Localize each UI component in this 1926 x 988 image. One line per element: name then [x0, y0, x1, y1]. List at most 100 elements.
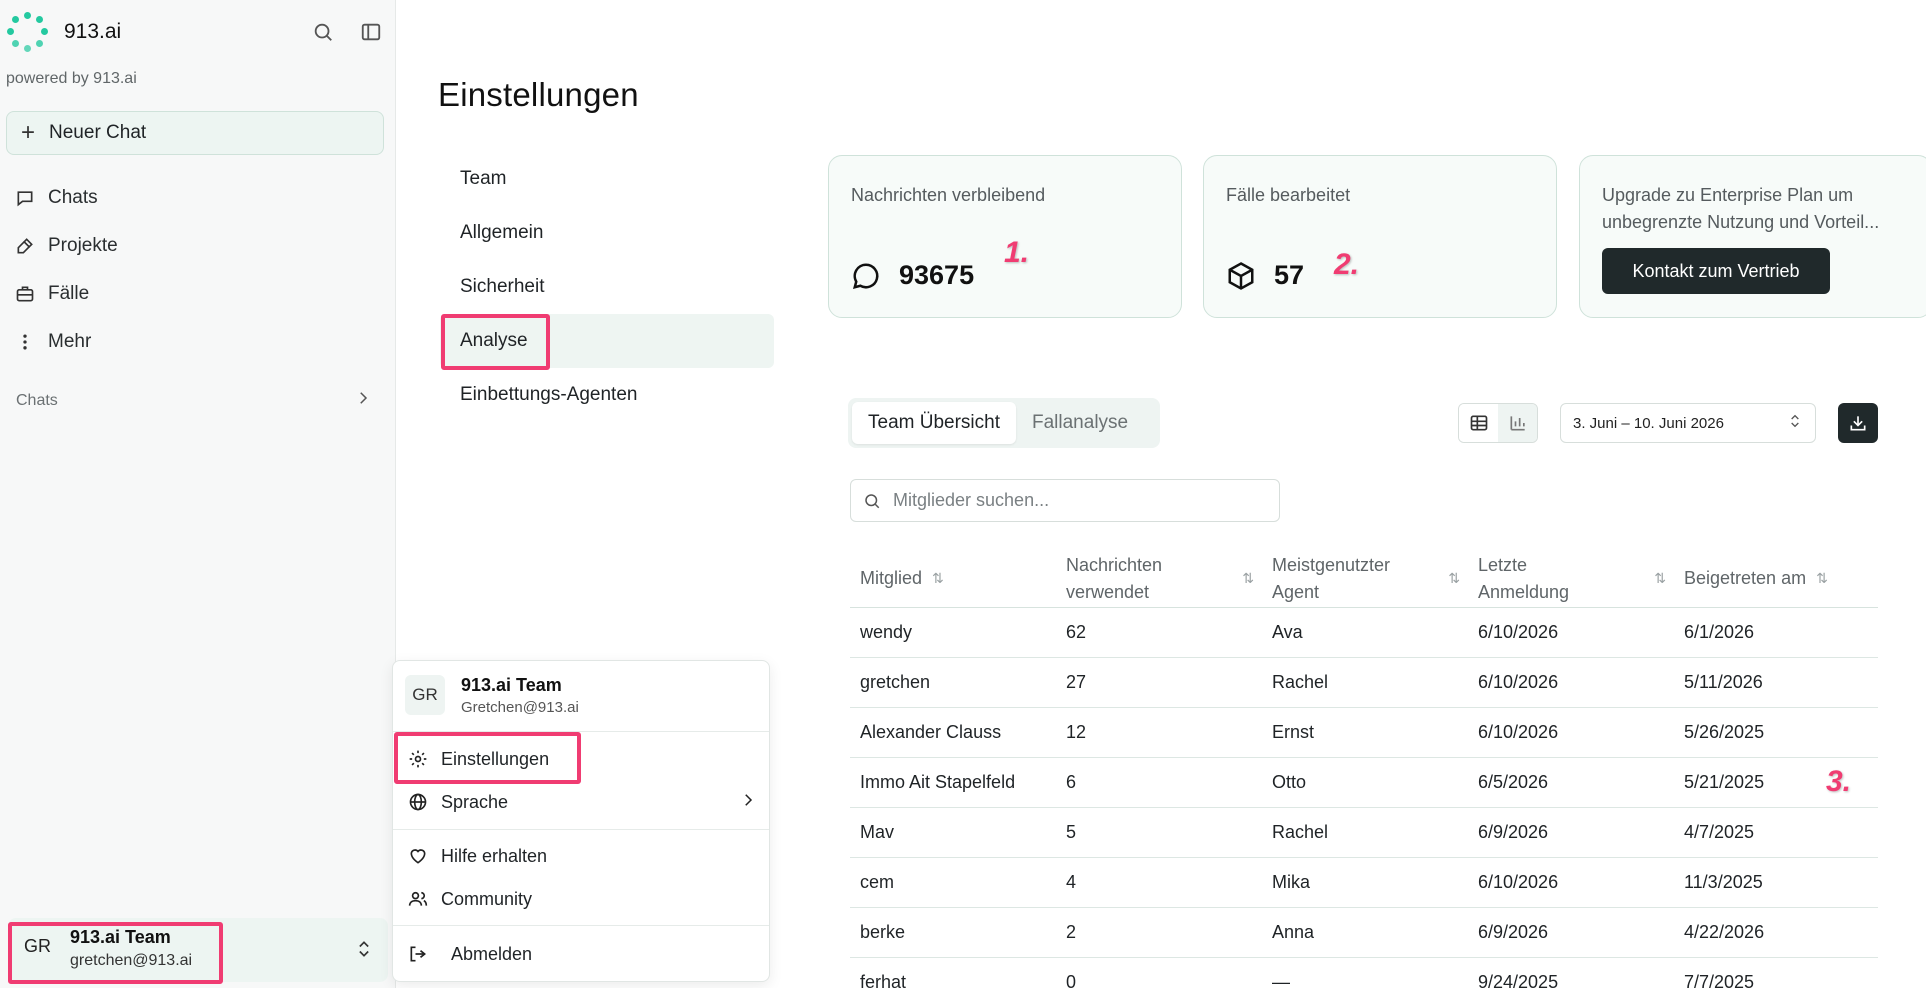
- table-cell: 5/26/2025: [1684, 722, 1765, 742]
- page-title: Einstellungen: [438, 76, 639, 113]
- chevron-updown-icon: [354, 938, 374, 965]
- sidebar-item-label: Projekte: [48, 235, 118, 256]
- table-cell: 9/24/2025: [1478, 972, 1559, 988]
- table-row[interactable]: berke 2 Anna 6/9/2026 4/22/2026: [850, 908, 1878, 958]
- settings-nav-sicherheit[interactable]: Sicherheit: [440, 260, 774, 314]
- brand-name: 913.ai: [64, 20, 122, 43]
- table-row[interactable]: Mav 5 Rachel 6/9/2026 4/7/2025: [850, 808, 1878, 858]
- menu-item-abmelden[interactable]: Abmelden: [407, 936, 757, 972]
- table-row[interactable]: gretchen 27 Rachel 6/10/2026 5/11/2026: [850, 658, 1878, 708]
- menu-user-name: 913.ai Team: [461, 675, 562, 695]
- card-title: Upgrade zu Enterprise Plan um unbegrenzt…: [1602, 185, 1880, 232]
- table-view-icon[interactable]: [1459, 404, 1498, 442]
- tab-team-uebersicht[interactable]: Team Übersicht: [852, 402, 1016, 444]
- column-header-anmeldung[interactable]: Letzte Anmeldung ⇅: [1468, 552, 1674, 606]
- date-range-select[interactable]: 3. Juni – 10. Juni 2026: [1560, 403, 1816, 443]
- table-cell: 6/1/2026: [1684, 622, 1755, 642]
- marker-1: 1.: [1004, 236, 1030, 269]
- table-cell: Mav: [860, 822, 895, 842]
- highlight-box-einstellungen: [394, 732, 581, 784]
- sort-icon: ⇅: [1816, 570, 1828, 586]
- settings-nav-allgemein[interactable]: Allgemein: [440, 206, 774, 260]
- download-button[interactable]: [1838, 403, 1878, 443]
- table-cell: Otto: [1272, 772, 1307, 792]
- table-row[interactable]: cem 4 Mika 6/10/2026 11/3/2025: [850, 858, 1878, 908]
- column-header-beigetreten[interactable]: Beigetreten am ⇅: [1674, 565, 1878, 592]
- table-cell: Rachel: [1272, 672, 1329, 692]
- chevron-right-icon: [739, 791, 757, 814]
- search-icon[interactable]: [312, 21, 334, 43]
- chat-bubble-icon: [14, 187, 36, 209]
- table-cell: 62: [1066, 622, 1087, 642]
- highlight-box-user: [8, 922, 223, 984]
- sort-icon: ⇅: [1654, 570, 1666, 586]
- marker-3: 3.: [1826, 765, 1852, 798]
- table-cell: 7/7/2025: [1684, 972, 1755, 988]
- table-cell: 6: [1066, 772, 1077, 792]
- table-cell: Anna: [1272, 922, 1315, 942]
- new-chat-button[interactable]: + Neuer Chat: [6, 111, 384, 155]
- section-label: Chats: [16, 391, 58, 409]
- table-cell: 4/22/2026: [1684, 922, 1765, 942]
- new-chat-label: Neuer Chat: [49, 122, 147, 143]
- highlight-box-analyse: [441, 314, 550, 370]
- search-input[interactable]: [893, 490, 1253, 511]
- menu-item-sprache[interactable]: Sprache: [407, 784, 757, 820]
- chats-section-header[interactable]: Chats: [16, 389, 372, 412]
- members-table: Mitglied ⇅ Nachrichten verwendet ⇅ Meistge…: [850, 550, 1878, 988]
- more-vertical-icon: [14, 331, 36, 353]
- sidebar-item-projekte[interactable]: Projekte: [14, 222, 384, 270]
- chart-view-icon[interactable]: [1498, 404, 1537, 442]
- sidebar: 913.ai powered by 913.ai + Neuer Chat Ch…: [0, 0, 396, 988]
- tools-icon: [14, 235, 36, 257]
- settings-nav-team[interactable]: Team: [440, 152, 774, 206]
- download-icon: [1850, 416, 1866, 431]
- table-cell: 4/7/2025: [1684, 822, 1755, 842]
- column-header-mitglied[interactable]: Mitglied ⇅: [850, 565, 1056, 592]
- sort-icon: ⇅: [1448, 570, 1460, 586]
- table-row[interactable]: Alexander Clauss 12 Ernst 6/10/2026 5/26/202…: [850, 708, 1878, 758]
- table-body: wendy 62 Ava 6/10/2026 6/1/2026 gretchen 27 Rac…: [850, 608, 1878, 988]
- sidebar-nav: Chats Projekte Fälle Mehr: [14, 174, 384, 366]
- search-icon: [865, 493, 880, 508]
- table-row[interactable]: ferhat 0 — 9/24/2025 7/7/2025: [850, 958, 1878, 988]
- contact-sales-button[interactable]: Kontakt zum Vertrieb: [1602, 248, 1830, 294]
- date-range-value: 3. Juni – 10. Juni 2026: [1573, 414, 1724, 432]
- sidebar-item-mehr[interactable]: Mehr: [14, 318, 384, 366]
- card-title: Fälle bearbeitet: [1226, 185, 1351, 205]
- heart-help-icon: [407, 846, 429, 866]
- chat-bubble-icon: [852, 262, 879, 289]
- table-cell: 6/5/2026: [1478, 772, 1549, 792]
- member-search: [850, 479, 1280, 522]
- table-cell: Mika: [1272, 872, 1311, 892]
- settings-nav: Team Allgemein Sicherheit Analyse Einbet…: [440, 152, 774, 422]
- briefcase-icon: [14, 283, 36, 305]
- column-header-nachrichten[interactable]: Nachrichten verwendet ⇅: [1056, 552, 1262, 606]
- sidebar-toggle-icon[interactable]: [360, 21, 382, 43]
- analysis-tabs: Team Übersicht Fallanalyse: [848, 398, 1160, 448]
- settings-nav-einbettungs-agenten[interactable]: Einbettungs-Agenten: [440, 368, 774, 422]
- menu-item-hilfe[interactable]: Hilfe erhalten: [407, 838, 757, 874]
- sidebar-item-chats[interactable]: Chats: [14, 174, 384, 222]
- cube-icon: [1228, 261, 1254, 290]
- table-cell: Immo Ait Stapelfeld: [860, 772, 1016, 792]
- table-cell: 6/10/2026: [1478, 722, 1559, 742]
- user-menu: GR 913.ai Team Gretchen@913.ai Einstellu…: [392, 660, 770, 982]
- menu-item-community[interactable]: Community: [407, 881, 757, 917]
- table-cell: 5: [1066, 822, 1077, 842]
- table-cell: berke: [860, 922, 906, 942]
- marker-2: 2.: [1334, 248, 1360, 281]
- tab-fallanalyse[interactable]: Fallanalyse: [1016, 402, 1144, 444]
- table-cell: 11/3/2025: [1684, 872, 1763, 892]
- table-row[interactable]: Immo Ait Stapelfeld 6 Otto 6/5/2026 5/21/202…: [850, 758, 1878, 808]
- menu-user-email: Gretchen@913.ai: [461, 699, 579, 716]
- table-header: Mitglied ⇅ Nachrichten verwendet ⇅ Meistge…: [850, 550, 1878, 608]
- view-toggle: [1458, 403, 1538, 443]
- divider: [393, 829, 769, 830]
- sidebar-item-faelle[interactable]: Fälle: [14, 270, 384, 318]
- column-header-agent[interactable]: Meistgenutzter Agent ⇅: [1262, 552, 1468, 606]
- table-row[interactable]: wendy 62 Ava 6/10/2026 6/1/2026: [850, 608, 1878, 658]
- upgrade-card: Upgrade zu Enterprise Plan um unbegrenzt…: [1579, 155, 1926, 318]
- table-cell: 2: [1066, 922, 1077, 942]
- table-cell: 12: [1066, 722, 1087, 742]
